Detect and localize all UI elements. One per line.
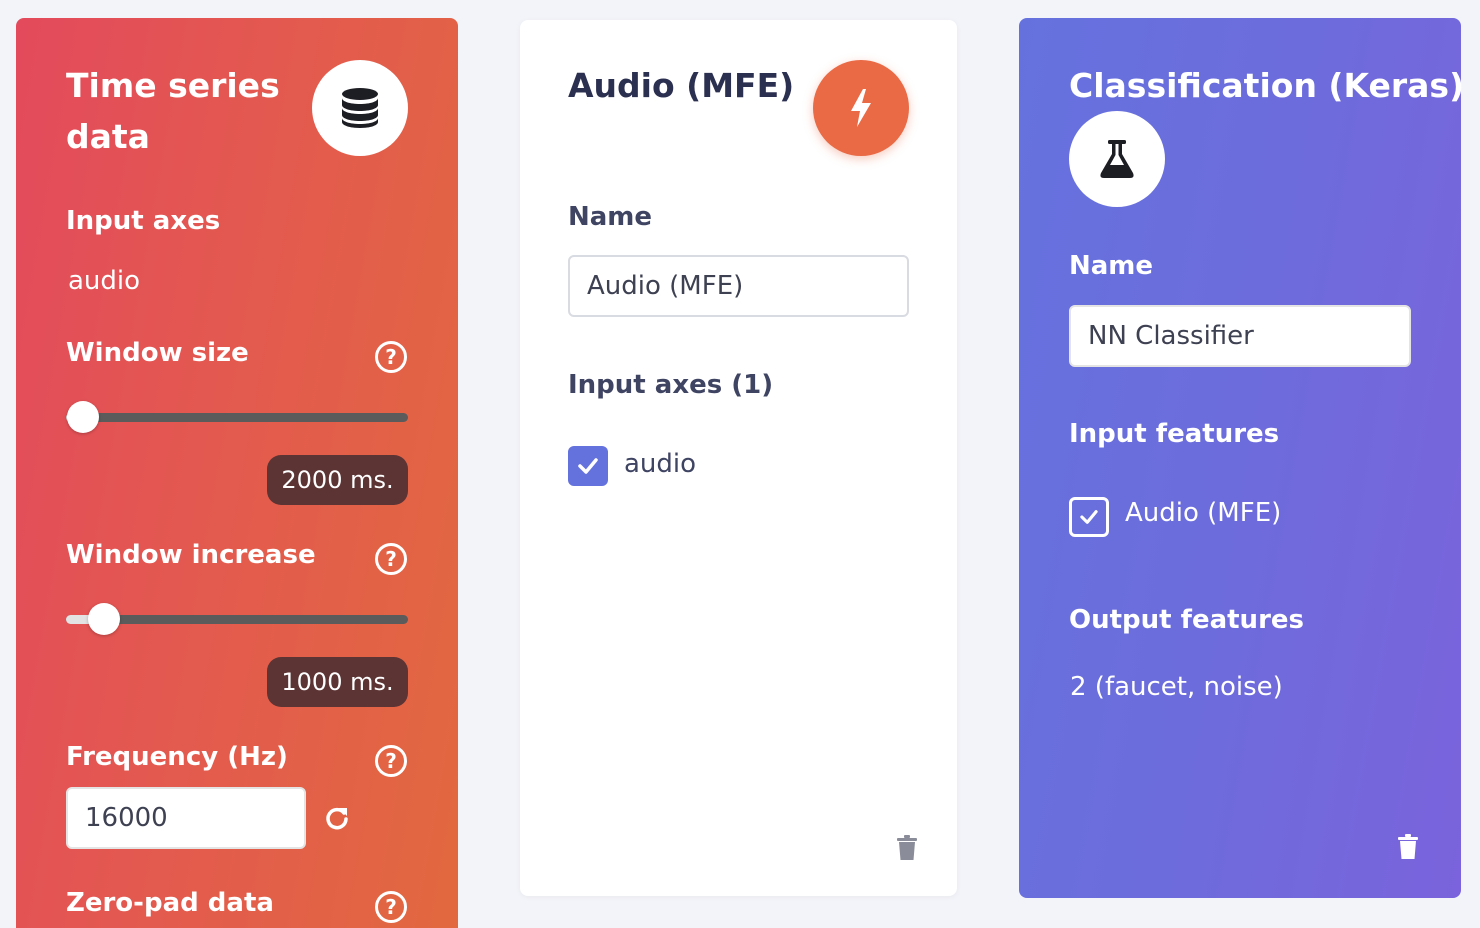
mfe-name-input[interactable]: Audio (MFE)	[568, 255, 909, 317]
input-axes-value: audio	[68, 266, 141, 296]
database-icon	[312, 60, 408, 156]
feature-audio-mfe-label: Audio (MFE)	[1125, 498, 1282, 528]
reset-icon[interactable]	[324, 805, 350, 835]
lightning-icon	[813, 60, 909, 156]
classification-name-input[interactable]: NN Classifier	[1069, 305, 1411, 367]
axis-audio-label: audio	[624, 449, 697, 479]
time-series-title: Time series data	[66, 66, 280, 156]
help-icon[interactable]: ?	[375, 891, 407, 923]
classification-block-card: Classification (Keras) Name NN Classifie…	[1019, 18, 1465, 898]
axis-audio-checkbox[interactable]	[568, 446, 608, 486]
frequency-input[interactable]: 16000	[66, 787, 306, 849]
classification-block-title: Classification (Keras)	[1069, 66, 1465, 105]
window-size-slider[interactable]	[66, 401, 408, 433]
help-icon[interactable]: ?	[375, 543, 407, 575]
mfe-block-card: Audio (MFE) Name Audio (MFE) Input axes …	[520, 20, 957, 896]
output-features-value: 2 (faucet, noise)	[1070, 672, 1283, 702]
input-features-label: Input features	[1069, 419, 1280, 449]
flask-icon	[1069, 111, 1165, 207]
output-features-label: Output features	[1069, 605, 1305, 635]
frequency-label: Frequency (Hz)	[66, 742, 288, 772]
mfe-input-axes-label: Input axes (1)	[568, 370, 774, 400]
window-increase-slider[interactable]	[66, 603, 408, 635]
mfe-block-title: Audio (MFE)	[568, 66, 795, 105]
trash-icon[interactable]	[1397, 834, 1419, 864]
window-size-slider-thumb[interactable]	[67, 401, 100, 433]
trash-icon[interactable]	[896, 835, 918, 865]
zero-pad-label: Zero-pad data	[66, 888, 274, 918]
help-icon[interactable]: ?	[375, 341, 407, 373]
time-series-card: Time series data Input axes audio Window…	[16, 18, 458, 928]
mfe-name-label: Name	[568, 202, 653, 232]
window-increase-value: 1000 ms.	[267, 657, 408, 707]
window-increase-slider-thumb[interactable]	[87, 603, 120, 635]
help-icon[interactable]: ?	[375, 745, 407, 777]
classification-name-label: Name	[1069, 251, 1154, 281]
window-increase-label: Window increase	[66, 540, 316, 570]
window-size-value: 2000 ms.	[267, 455, 408, 505]
window-size-label: Window size	[66, 338, 249, 368]
feature-audio-mfe-checkbox[interactable]	[1069, 497, 1109, 537]
input-axes-label: Input axes	[66, 206, 221, 236]
